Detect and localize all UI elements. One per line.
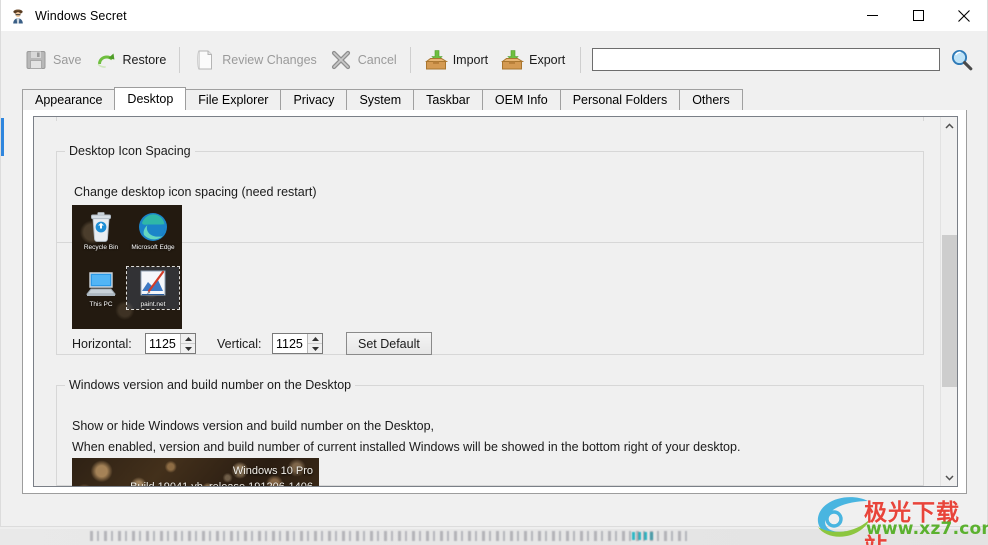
vertical-spin-arrows[interactable] [307, 334, 322, 353]
tab-page-desktop: Desktop Icon Spacing Change desktop icon… [22, 110, 967, 494]
search-area [592, 47, 975, 73]
this-pc-icon [84, 267, 118, 301]
import-button[interactable]: Import [418, 44, 494, 76]
scroll-up-button[interactable] [941, 117, 958, 134]
desktop-icon-recycle-bin: Recycle Bin [75, 210, 127, 252]
title-bar: Windows Secret [1, 0, 987, 31]
restore-button[interactable]: Restore [88, 44, 173, 76]
scroll-down-button[interactable] [941, 469, 958, 486]
tab-privacy[interactable]: Privacy [280, 89, 347, 110]
spacing-description: Change desktop icon spacing (need restar… [74, 185, 317, 199]
export-label: Export [529, 53, 565, 67]
tab-label: Appearance [35, 93, 102, 107]
desktop-icon-spacing-legend: Desktop Icon Spacing [65, 144, 195, 158]
save-button[interactable]: Save [18, 44, 88, 76]
spin-down-icon[interactable] [181, 344, 195, 353]
tab-label: Others [692, 93, 730, 107]
previous-group-partial [56, 117, 924, 121]
microsoft-edge-icon [136, 210, 170, 244]
tab-label: Personal Folders [573, 93, 668, 107]
tab-personal-folders[interactable]: Personal Folders [560, 89, 681, 110]
restore-arrow-icon [94, 48, 118, 72]
vertical-stepper[interactable] [272, 333, 323, 354]
tab-label: OEM Info [495, 93, 548, 107]
horizontal-spin-arrows[interactable] [180, 334, 195, 353]
import-label: Import [453, 53, 488, 67]
desktop-icon-label: This PC [75, 301, 127, 309]
settings-panel: Desktop Icon Spacing Change desktop icon… [33, 116, 958, 487]
desktop-icon-paint-net: paint.net [127, 267, 179, 309]
tab-label: Taskbar [426, 93, 470, 107]
spin-up-icon[interactable] [181, 334, 195, 344]
desktop-icon-spacing-group-body [56, 151, 924, 355]
desktop-icon-label: Recycle Bin [75, 244, 127, 252]
version-description-line1: Show or hide Windows version and build n… [72, 419, 434, 433]
floppy-save-icon [24, 48, 48, 72]
window-controls [849, 0, 987, 31]
vertical-label: Vertical: [217, 337, 261, 351]
spin-down-icon[interactable] [308, 344, 322, 353]
toolbar-separator-1 [179, 47, 180, 73]
save-label: Save [53, 53, 82, 67]
search-input[interactable] [592, 48, 940, 71]
set-default-button[interactable]: Set Default [346, 332, 432, 355]
spin-up-icon[interactable] [308, 334, 322, 344]
desktop-preview-image: Recycle Bin Microsof [72, 205, 182, 329]
desktop-icon-this-pc: This PC [75, 267, 127, 309]
review-changes-label: Review Changes [222, 53, 317, 67]
windows-version-preview-image: Windows 10 Pro Build 19041.vb_release.19… [72, 458, 319, 486]
tab-strip: Appearance Desktop File Explorer Privacy… [22, 88, 987, 110]
horizontal-stepper[interactable] [145, 333, 196, 354]
tab-label: Desktop [127, 92, 173, 106]
cancel-label: Cancel [358, 53, 397, 67]
preview-windows-edition: Windows 10 Pro [233, 465, 313, 477]
toolbar-separator-3 [580, 47, 581, 73]
x-cross-icon [329, 48, 353, 72]
version-description-line2: When enabled, version and build number o… [72, 440, 740, 454]
scrollbar-thumb[interactable] [942, 235, 957, 387]
preview-build-number: Build 19041.vb_release.191206-1406 [130, 481, 313, 486]
tab-system[interactable]: System [346, 89, 414, 110]
export-box-icon [500, 48, 524, 72]
tab-desktop[interactable]: Desktop [114, 87, 186, 110]
tab-label: System [359, 93, 401, 107]
scroll-content: Desktop Icon Spacing Change desktop icon… [34, 117, 940, 486]
tab-label: File Explorer [198, 93, 268, 107]
tab-taskbar[interactable]: Taskbar [413, 89, 483, 110]
tab-oem-info[interactable]: OEM Info [482, 89, 561, 110]
restore-label: Restore [123, 53, 167, 67]
desktop-icon-label: Microsoft Edge [127, 244, 179, 252]
vertical-scrollbar[interactable] [940, 117, 957, 486]
magnifier-icon[interactable] [949, 47, 975, 73]
left-accent-strip [1, 118, 4, 156]
main-toolbar: Save Restore [1, 31, 987, 88]
screen-root: Windows Secret [0, 0, 988, 545]
horizontal-input[interactable] [146, 334, 180, 353]
import-box-icon [424, 48, 448, 72]
recycle-bin-icon [84, 210, 118, 244]
app-spy-icon [10, 8, 26, 24]
review-changes-button[interactable]: Review Changes [187, 44, 323, 76]
minimize-button[interactable] [849, 0, 895, 31]
document-icon [193, 48, 217, 72]
tab-appearance[interactable]: Appearance [22, 89, 115, 110]
maximize-button[interactable] [895, 0, 941, 31]
desktop-icon-microsoft-edge: Microsoft Edge [127, 210, 179, 252]
cancel-button[interactable]: Cancel [323, 44, 403, 76]
close-button[interactable] [941, 0, 987, 31]
backdrop-teal-detail [632, 532, 654, 540]
app-window: Windows Secret [0, 0, 988, 527]
toolbar-separator-2 [410, 47, 411, 73]
vertical-input[interactable] [273, 334, 307, 353]
paint-net-icon [136, 267, 170, 301]
window-title: Windows Secret [35, 9, 127, 23]
desktop-icon-label: paint.net [127, 301, 179, 309]
tab-others[interactable]: Others [679, 89, 743, 110]
export-button[interactable]: Export [494, 44, 571, 76]
desktop-backdrop-bottom [0, 529, 988, 545]
tab-file-explorer[interactable]: File Explorer [185, 89, 281, 110]
horizontal-label: Horizontal: [72, 337, 132, 351]
tab-label: Privacy [293, 93, 334, 107]
windows-version-legend: Windows version and build number on the … [65, 378, 355, 392]
